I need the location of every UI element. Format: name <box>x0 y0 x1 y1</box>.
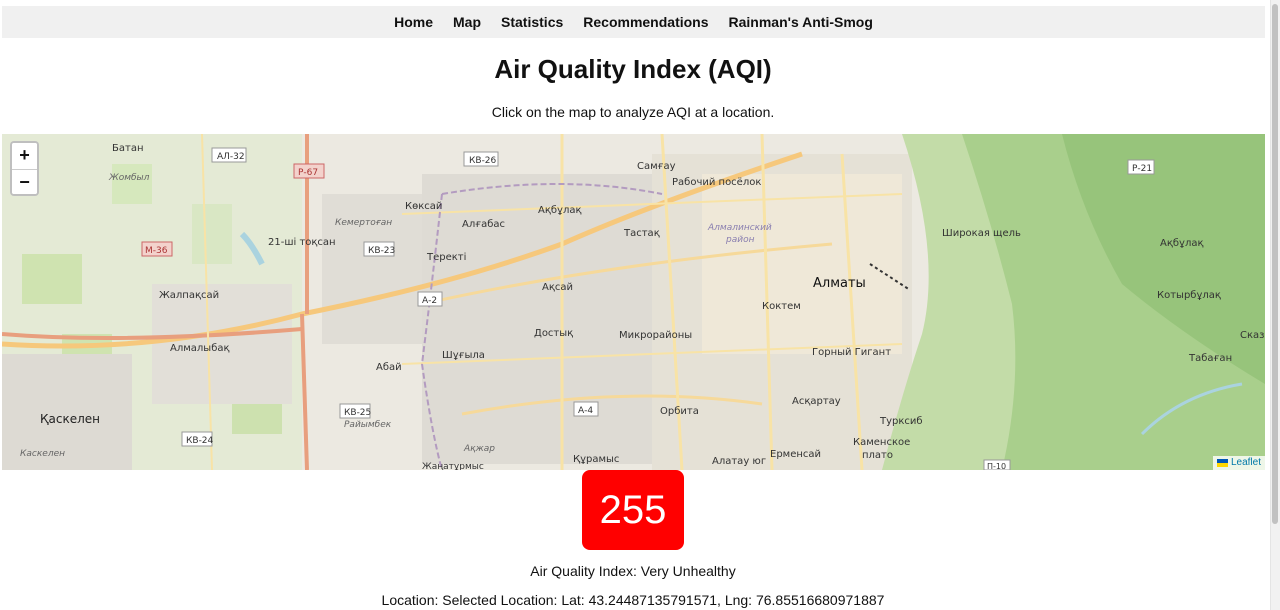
map-tiles: Батан Жомбыл АЛ-32 КВ-26 Р-67 М-36 КВ-23… <box>2 134 1265 470</box>
map-label-plato: плато <box>862 450 893 461</box>
map-road-r21: Р-21 <box>1132 164 1152 174</box>
page-title: Air Quality Index (AQI) <box>494 54 772 84</box>
nav-home-link[interactable]: Home <box>384 14 443 30</box>
map-label-raiymbek: Райымбек <box>344 420 392 430</box>
map-label-alatau: Алатау юг <box>712 456 766 467</box>
map-label-ermensai: Ерменсай <box>770 449 821 460</box>
map-label-mikro: Микрорайоны <box>619 330 692 341</box>
map-label-almalinsky: Алмалинский <box>707 223 772 233</box>
map-label-askartau: Асқартау <box>792 396 841 407</box>
page-scrollbar[interactable] <box>1270 0 1280 610</box>
map-road-m36: М-36 <box>145 246 168 256</box>
zoom-control: + − <box>10 141 39 196</box>
map-label-abai: Абай <box>376 362 402 373</box>
map-label-koktem: Коктем <box>762 301 801 312</box>
map-label-rabochiy: Рабочий посёлок <box>672 177 761 188</box>
zoom-in-button[interactable]: + <box>12 143 37 169</box>
map-label-aksai: Ақсай <box>542 282 573 293</box>
page-subtitle: Click on the map to analyze AQI at a loc… <box>491 104 775 120</box>
map-label-gornyi: Горный Гигант <box>812 347 891 358</box>
map-label-tabagan: Табаған <box>1188 353 1232 364</box>
map-label-shirokaya: Широкая щель <box>942 228 1021 239</box>
map-road-r67: Р-67 <box>298 168 318 178</box>
map-label-kamenskoe: Каменское <box>853 437 910 448</box>
nav-statistics-link[interactable]: Statistics <box>491 14 573 30</box>
page: Home Map Statistics Recommendations Rain… <box>0 0 1270 610</box>
nav-anti-smog-link[interactable]: Rainman's Anti-Smog <box>719 14 883 30</box>
map-road-kv25: КВ-25 <box>344 408 371 418</box>
map-label-almalybak: Алмалыбақ <box>170 343 230 354</box>
leaflet-link[interactable]: Leaflet <box>1231 456 1261 470</box>
nav-map-link[interactable]: Map <box>443 14 491 30</box>
map-label-skazka: Сказ <box>1240 330 1264 341</box>
map-label-rayon: район <box>725 235 755 245</box>
aqi-map[interactable]: Батан Жомбыл АЛ-32 КВ-26 Р-67 М-36 КВ-23… <box>2 134 1265 470</box>
map-label-kotyrbulak: Котырбұлақ <box>1157 290 1221 301</box>
map-label-terekti: Теректі <box>426 251 466 263</box>
map-road-a4: А-4 <box>578 406 593 416</box>
map-label-kaskelen-alt: Каскелен <box>20 449 65 459</box>
zoom-out-button[interactable]: − <box>12 168 37 194</box>
aqi-status-text: Air Quality Index: Very Unhealthy <box>530 563 736 579</box>
map-label-akzhar: Ақжар <box>463 444 495 454</box>
map-label-zhanaturmys: Жаңатұрмыс <box>422 462 484 470</box>
map-label-turksib: Турксиб <box>879 416 923 427</box>
map-label-shugyla: Шұғыла <box>442 350 485 361</box>
map-attribution: Leaflet <box>1212 456 1265 470</box>
map-road-al32: АЛ-32 <box>217 152 245 162</box>
map-label-kemertogan: Кемертоған <box>335 218 392 228</box>
map-label-zhalpaksai: Жалпақсай <box>159 290 219 301</box>
aqi-location-text: Location: Selected Location: Lat: 43.244… <box>381 592 885 608</box>
map-label-orbita: Орбита <box>660 406 699 417</box>
ukraine-flag-icon <box>1216 459 1228 467</box>
aqi-value-badge: 255 <box>582 470 684 550</box>
map-road-kv23: КВ-23 <box>368 246 395 256</box>
map-label-batan: Батан <box>112 143 143 154</box>
map-label-tastak: Тастақ <box>623 228 660 239</box>
map-label-zhombyl: Жомбыл <box>108 173 150 183</box>
map-label-akbulak: Ақбұлақ <box>538 205 582 216</box>
nav-recommendations-link[interactable]: Recommendations <box>573 14 718 30</box>
map-label-akbulak-east: Ақбұлақ <box>1160 238 1204 249</box>
map-label-kuramys: Құрамыс <box>573 454 619 465</box>
map-label-koksai: Көксай <box>405 201 442 212</box>
map-road-kv24: КВ-24 <box>186 436 214 446</box>
map-road-a2: А-2 <box>422 296 437 306</box>
scrollbar-thumb[interactable] <box>1272 4 1278 524</box>
map-label-samgau: Самғау <box>637 161 676 172</box>
map-label-almaty: Алматы <box>813 276 866 291</box>
map-label-dostyk: Достық <box>534 328 573 339</box>
map-road-kv26: КВ-26 <box>469 156 497 166</box>
map-label-kaskelen: Қаскелен <box>40 412 100 426</box>
top-navbar: Home Map Statistics Recommendations Rain… <box>2 6 1265 38</box>
map-label-tokhsan: 21-ші тоқсан <box>268 236 336 248</box>
map-road-p10: П-10 <box>987 462 1006 470</box>
map-label-algabas: Алғабас <box>462 219 505 230</box>
